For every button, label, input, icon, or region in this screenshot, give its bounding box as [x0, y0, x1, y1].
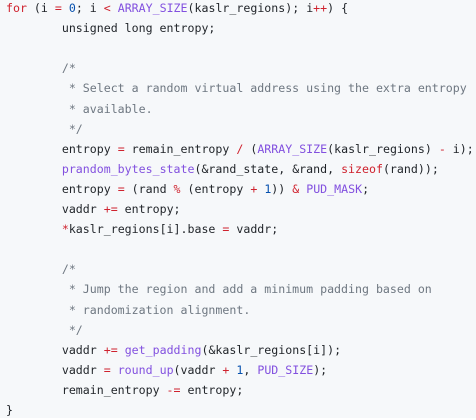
code-token: = [103, 362, 111, 377]
code-token: = [117, 141, 125, 156]
code-token: PUD_MASK [306, 181, 363, 196]
code-token: (&kaslr_regions[i]); [201, 342, 342, 357]
code-token: ARRAY_SIZE [257, 141, 328, 156]
code-token: (kaslr_regions) [327, 141, 439, 156]
code-token: kaslr_regions[i].base [68, 222, 223, 237]
code-token: remain_entropy [124, 141, 237, 156]
code-token: round_up [117, 362, 174, 377]
code-token: * randomization alignment. [6, 302, 251, 317]
code-token: ++ [313, 1, 328, 15]
code-token: */ [6, 322, 83, 337]
code-line: for (i = 0; i < ARRAY_SIZE(kaslr_regions… [6, 0, 348, 18]
code-line: * available. [6, 99, 153, 119]
code-token: (vaddr [173, 362, 223, 377]
code-token: ) { [327, 1, 349, 15]
code-token: , [243, 362, 258, 377]
code-line: remain_entropy -= entropy; [6, 380, 244, 400]
code-token: = [117, 181, 125, 196]
code-token: entropy; [180, 382, 244, 397]
code-token: )) [271, 181, 293, 196]
code-token: */ [6, 121, 83, 136]
code-token: (kaslr_regions); i [187, 1, 314, 15]
code-token: * [61, 222, 69, 237]
code-token: ; [362, 181, 370, 196]
code-block: for (i = 0; i < ARRAY_SIZE(kaslr_regions… [0, 0, 476, 418]
code-token: for [6, 1, 27, 15]
code-token: (rand [124, 181, 174, 196]
code-token: vaddr [6, 342, 104, 357]
code-token: vaddr; [229, 222, 279, 237]
code-token: sizeof [341, 161, 383, 176]
code-token: * Select a random virtual address using … [6, 81, 467, 96]
code-token: get_padding [124, 342, 202, 357]
code-token: /* [6, 61, 76, 76]
code-token: += [103, 342, 118, 357]
code-line: prandom_bytes_state(&rand_state, &rand, … [6, 159, 439, 179]
code-token: -= [166, 382, 181, 397]
code-token: < [103, 1, 111, 15]
code-token: = [54, 1, 62, 15]
code-token: 0 [68, 1, 76, 15]
code-token: remain_entropy [6, 382, 167, 397]
code-line: */ [6, 119, 83, 139]
code-line: /* [6, 259, 76, 279]
code-token: vaddr [6, 362, 104, 377]
code-token: % [173, 181, 181, 196]
code-line: vaddr += get_padding(&kaslr_regions[i]); [6, 340, 341, 360]
code-token: prandom_bytes_state [61, 161, 195, 176]
code-token: ); [313, 362, 328, 377]
code-token: entropy; [117, 202, 181, 216]
code-line: entropy = (rand % (entropy + 1)) & PUD_M… [6, 179, 369, 199]
code-token: vaddr [6, 202, 104, 216]
code-line: vaddr = round_up(vaddr + 1, PUD_SIZE); [6, 360, 327, 380]
code-token: (rand)); [382, 161, 439, 176]
code-line: vaddr += entropy; [6, 199, 181, 219]
code-token: ; i [75, 1, 104, 15]
code-token: unsigned long entropy; [6, 21, 216, 36]
code-token: * available. [6, 101, 153, 116]
code-token: ARRAY_SIZE [117, 1, 188, 15]
code-token: PUD_SIZE [257, 362, 314, 377]
code-token: } [6, 403, 13, 417]
code-token: * Jump the region and add a minimum padd… [6, 282, 432, 297]
code-token: entropy [6, 181, 118, 196]
code-token: ( [243, 141, 258, 156]
code-line: } [6, 400, 13, 420]
code-line: * Jump the region and add a minimum padd… [6, 279, 432, 299]
code-token: (entropy [180, 181, 251, 196]
code-line: * Select a random virtual address using … [6, 78, 467, 98]
code-token: (i [26, 1, 55, 15]
code-token: - [438, 141, 446, 156]
code-token: (&rand_state, &rand, [194, 161, 342, 176]
code-line: * randomization alignment. [6, 300, 251, 320]
code-line: /* [6, 58, 76, 78]
code-line: entropy = remain_entropy / (ARRAY_SIZE(k… [6, 139, 474, 159]
code-line: unsigned long entropy; [6, 18, 216, 38]
code-line: *kaslr_regions[i].base = vaddr; [6, 219, 278, 239]
code-token: /* [6, 262, 76, 277]
code-token: entropy [6, 141, 118, 156]
code-token: += [103, 202, 118, 216]
code-line: */ [6, 320, 83, 340]
code-token: i); [445, 141, 474, 156]
